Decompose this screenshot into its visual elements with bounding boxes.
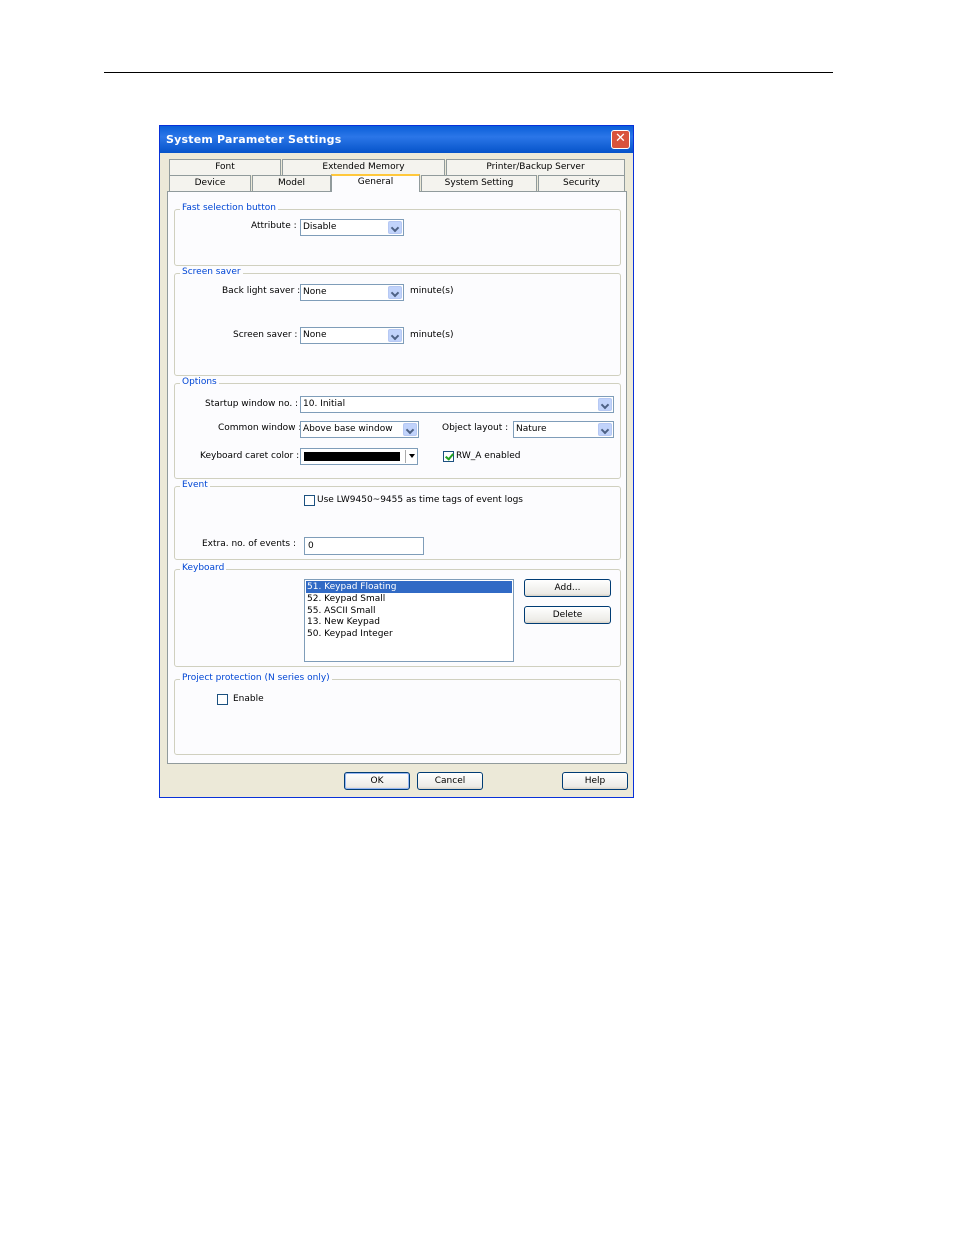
backlight-saver-value: None xyxy=(303,287,327,297)
close-icon: ✕ xyxy=(615,131,626,146)
delete-keyboard-button[interactable]: Delete xyxy=(524,606,611,624)
screen-saver-group: Screen saver Back light saver : None min… xyxy=(174,267,621,376)
backlight-saver-select[interactable]: None xyxy=(300,284,404,301)
backlight-saver-label: Back light saver : xyxy=(222,286,301,296)
divider xyxy=(405,450,406,463)
list-item[interactable]: 50. Keypad Integer xyxy=(306,628,512,640)
startup-window-value: 10. Initial xyxy=(303,399,346,409)
keyboard-list[interactable]: 51. Keypad Floating 52. Keypad Small 55.… xyxy=(304,579,514,662)
common-window-label: Common window : xyxy=(218,423,302,433)
chevron-down-icon[interactable] xyxy=(598,398,612,411)
tab-device[interactable]: Device xyxy=(169,175,251,191)
enable-protection-checkbox[interactable] xyxy=(217,694,228,705)
dialog-title: System Parameter Settings xyxy=(166,133,342,146)
options-title: Options xyxy=(180,377,219,387)
screen-saver-unit: minute(s) xyxy=(410,330,454,340)
enable-protection-label: Enable xyxy=(233,694,264,704)
rw-a-enabled-label: RW_A enabled xyxy=(456,451,521,461)
rw-a-enabled-checkbox[interactable] xyxy=(443,451,454,462)
screen-saver-label: Screen saver : xyxy=(233,330,298,340)
tab-font[interactable]: Font xyxy=(169,159,281,175)
list-item[interactable]: 52. Keypad Small xyxy=(306,593,512,605)
page-header-rule xyxy=(104,72,833,73)
chevron-down-icon[interactable] xyxy=(403,423,417,436)
tab-extended-memory[interactable]: Extended Memory xyxy=(282,159,445,175)
ok-button[interactable]: OK xyxy=(344,772,410,790)
project-protection-title: Project protection (N series only) xyxy=(180,673,332,683)
chevron-down-icon[interactable] xyxy=(388,286,402,299)
chevron-down-icon[interactable] xyxy=(388,221,402,234)
tab-general[interactable]: General xyxy=(331,174,420,192)
screen-saver-select[interactable]: None xyxy=(300,327,404,344)
common-window-value: Above base window xyxy=(303,424,393,434)
chevron-down-icon[interactable] xyxy=(388,329,402,342)
tab-security[interactable]: Security xyxy=(538,175,625,191)
tab-printer-backup-server[interactable]: Printer/Backup Server xyxy=(446,159,625,175)
event-group: Event Use LW9450~9455 as time tags of ev… xyxy=(174,480,621,560)
startup-window-label: Startup window no. : xyxy=(205,399,299,409)
tab-system-setting[interactable]: System Setting xyxy=(421,175,537,191)
keyboard-caret-color-picker[interactable] xyxy=(300,448,418,465)
object-layout-value: Nature xyxy=(516,424,547,434)
event-title: Event xyxy=(180,480,210,490)
attribute-select[interactable]: Disable xyxy=(300,219,404,236)
object-layout-label: Object layout : xyxy=(442,423,509,433)
object-layout-select[interactable]: Nature xyxy=(513,421,614,438)
screen-saver-value: None xyxy=(303,330,327,340)
system-parameter-settings-dialog: System Parameter Settings ✕ Font Extende… xyxy=(159,125,634,798)
fast-selection-group: Fast selection button Attribute : Disabl… xyxy=(174,203,621,266)
general-tab-panel: Fast selection button Attribute : Disabl… xyxy=(167,191,627,764)
title-bar[interactable]: System Parameter Settings ✕ xyxy=(160,126,633,153)
screen-saver-title: Screen saver xyxy=(180,267,243,277)
options-group: Options Startup window no. : 10. Initial… xyxy=(174,377,621,479)
keyboard-group: Keyboard 51. Keypad Floating 52. Keypad … xyxy=(174,563,621,667)
use-lw-time-tags-label: Use LW9450~9455 as time tags of event lo… xyxy=(317,495,523,505)
cancel-button[interactable]: Cancel xyxy=(417,772,483,790)
list-item[interactable]: 13. New Keypad xyxy=(306,616,512,628)
backlight-unit: minute(s) xyxy=(410,286,454,296)
caret-color-swatch xyxy=(304,452,400,461)
help-button[interactable]: Help xyxy=(562,772,628,790)
attribute-label: Attribute : xyxy=(251,221,297,231)
close-button[interactable]: ✕ xyxy=(611,130,630,149)
dropdown-arrow-icon[interactable] xyxy=(409,454,415,458)
keyboard-title: Keyboard xyxy=(180,563,227,573)
extra-events-value: 0 xyxy=(308,541,314,551)
use-lw-time-tags-checkbox[interactable] xyxy=(304,495,315,506)
add-keyboard-button[interactable]: Add... xyxy=(524,579,611,597)
extra-events-input[interactable]: 0 xyxy=(304,537,424,555)
startup-window-select[interactable]: 10. Initial xyxy=(300,396,614,413)
keyboard-caret-color-label: Keyboard caret color : xyxy=(200,451,300,461)
common-window-select[interactable]: Above base window xyxy=(300,421,419,438)
project-protection-group: Project protection (N series only) Enabl… xyxy=(174,673,621,755)
tab-model[interactable]: Model xyxy=(252,175,331,191)
list-item[interactable]: 51. Keypad Floating xyxy=(306,581,512,593)
fast-selection-title: Fast selection button xyxy=(180,203,278,213)
attribute-value: Disable xyxy=(303,222,337,232)
extra-events-label: Extra. no. of events : xyxy=(202,539,297,549)
chevron-down-icon[interactable] xyxy=(598,423,612,436)
